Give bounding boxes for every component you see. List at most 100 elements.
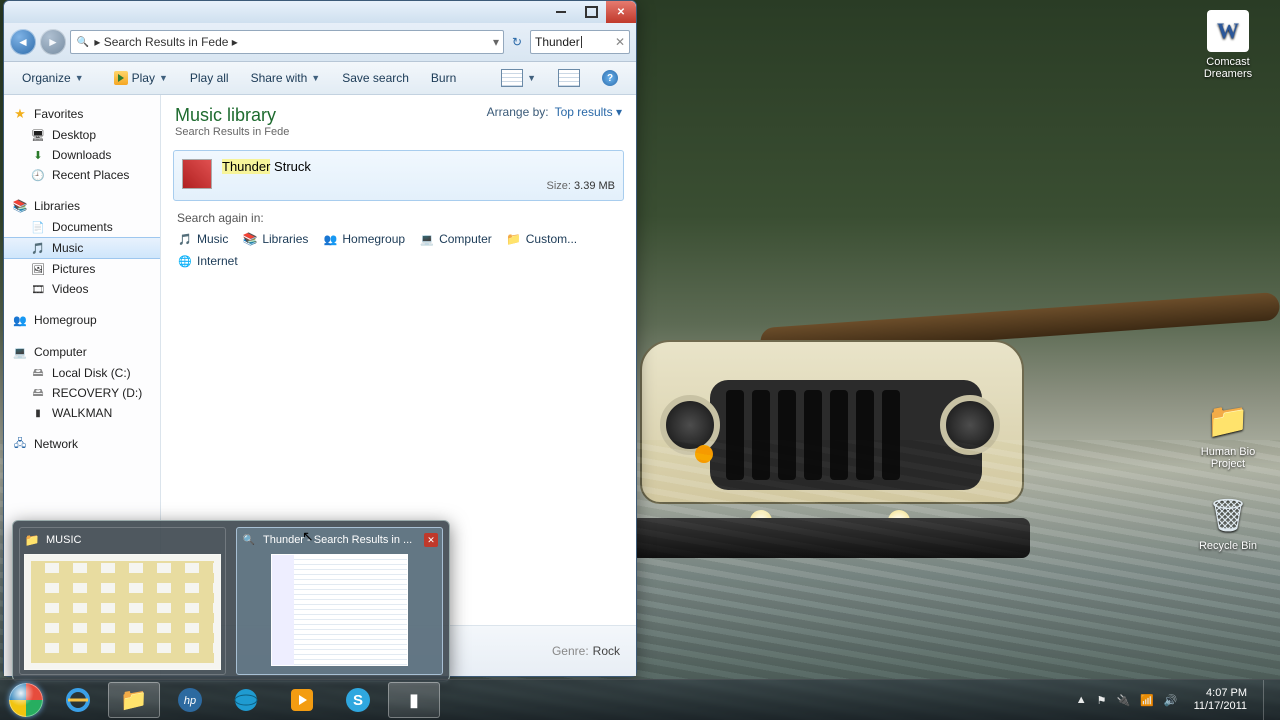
share-with-menu[interactable]: Share with▼: [241, 67, 331, 89]
thumbnail-window-music[interactable]: MUSIC: [19, 527, 226, 675]
nav-homegroup[interactable]: Homegroup: [4, 309, 160, 331]
taskbar-browser[interactable]: [220, 682, 272, 718]
taskbar-hp[interactable]: hp: [164, 682, 216, 718]
network-icon: [12, 436, 28, 452]
system-tray: ▲ ⚑ 🔌 📶 🔊 4:07 PM 11/17/2011: [1076, 680, 1280, 720]
search-again-custom[interactable]: Custom...: [506, 231, 577, 247]
play-button[interactable]: Play▼: [104, 67, 178, 89]
thumbnail-preview-image: [24, 554, 221, 670]
back-button[interactable]: ◄: [10, 29, 36, 55]
taskbar-device[interactable]: ▮: [388, 682, 440, 718]
word-icon: [1207, 10, 1249, 52]
desktop-icon-label: Recycle Bin: [1190, 540, 1266, 552]
tray-volume-icon[interactable]: 🔊: [1164, 694, 1178, 707]
search-input[interactable]: Thunder ✕: [530, 30, 630, 54]
taskbar-ie[interactable]: [52, 682, 104, 718]
computer-icon: [419, 231, 435, 247]
search-again-music[interactable]: Music: [177, 231, 228, 247]
play-icon: [114, 71, 128, 85]
search-text: Thunder: [535, 35, 580, 49]
taskbar-media-player[interactable]: [276, 682, 328, 718]
address-bar[interactable]: ▸ Search Results in Fede ▸ ▾: [70, 30, 504, 54]
desktop-icon-word-doc[interactable]: Comcast Dreamers: [1190, 10, 1266, 80]
organize-menu[interactable]: Organize▼: [12, 67, 94, 89]
thumbnail-close-button[interactable]: ✕: [424, 533, 438, 547]
favorites-icon: [12, 106, 28, 122]
documents-icon: [30, 219, 46, 235]
view-options-button[interactable]: ▼: [491, 65, 546, 91]
minimize-button[interactable]: [546, 1, 576, 23]
wallpaper-jeep: [640, 300, 1020, 550]
title-bar[interactable]: [4, 1, 636, 23]
search-again-internet[interactable]: Internet: [177, 253, 238, 269]
clock-date: 11/17/2011: [1194, 700, 1247, 713]
nav-downloads[interactable]: Downloads: [4, 145, 160, 165]
search-again-label: Search again in:: [177, 211, 620, 225]
desktop-icon-label: Human Bio Project: [1190, 446, 1266, 470]
taskbar-explorer[interactable]: 📁: [108, 682, 160, 718]
device-icon: [30, 405, 46, 421]
pictures-icon: [30, 261, 46, 277]
tray-chevron-up-icon[interactable]: ▲: [1076, 694, 1087, 706]
search-result-item[interactable]: Thunder Struck Size: 3.39 MB: [173, 150, 624, 201]
command-bar: Organize▼ Play▼ Play all Share with▼ Sav…: [4, 62, 636, 95]
nav-recovery[interactable]: RECOVERY (D:): [4, 383, 160, 403]
videos-icon: [30, 281, 46, 297]
tray-network-icon[interactable]: 📶: [1140, 694, 1154, 707]
nav-walkman[interactable]: WALKMAN: [4, 403, 160, 423]
search-again-libraries[interactable]: Libraries: [242, 231, 308, 247]
clear-search-button[interactable]: ✕: [615, 35, 625, 49]
close-button[interactable]: [606, 1, 636, 23]
folder-icon: [506, 231, 522, 247]
nav-network[interactable]: Network: [4, 433, 160, 455]
thumbnail-window-search[interactable]: Thunder - Search Results in ... ✕: [236, 527, 443, 675]
start-button[interactable]: [2, 680, 50, 720]
svg-text:S: S: [353, 692, 363, 709]
search-again-computer[interactable]: Computer: [419, 231, 492, 247]
nav-recent-places[interactable]: Recent Places: [4, 165, 160, 185]
nav-computer[interactable]: Computer: [4, 341, 160, 363]
libraries-icon: [242, 231, 258, 247]
folder-icon: 📁: [120, 687, 147, 713]
library-title: Music library: [175, 105, 289, 126]
save-search-button[interactable]: Save search: [332, 67, 419, 89]
search-again-section: Search again in: Music Libraries Homegro…: [161, 201, 636, 279]
nav-libraries-header[interactable]: Libraries: [4, 195, 160, 217]
help-icon: ?: [602, 70, 618, 86]
nav-pictures[interactable]: Pictures: [4, 259, 160, 279]
breadcrumb: Search Results in Fede: [104, 35, 229, 49]
thumbnail-title: Thunder - Search Results in ...: [263, 534, 412, 546]
play-all-button[interactable]: Play all: [180, 67, 239, 89]
maximize-button[interactable]: [576, 1, 606, 23]
forward-button[interactable]: ►: [40, 29, 66, 55]
taskbar-clock[interactable]: 4:07 PM 11/17/2011: [1188, 687, 1253, 713]
skype-icon: S: [345, 687, 371, 713]
burn-button[interactable]: Burn: [421, 67, 466, 89]
preview-pane-button[interactable]: [548, 65, 590, 91]
refresh-button[interactable]: ↻: [508, 35, 526, 49]
taskbar-skype[interactable]: S: [332, 682, 384, 718]
nav-music[interactable]: Music: [4, 237, 160, 259]
globe-icon: [233, 687, 259, 713]
breadcrumb-search-icon: [75, 34, 91, 50]
result-filename: Thunder Struck: [222, 159, 615, 174]
help-button[interactable]: ?: [592, 66, 628, 90]
nav-favorites-header[interactable]: Favorites: [4, 103, 160, 125]
show-desktop-button[interactable]: [1263, 680, 1274, 720]
wmp-icon: [289, 687, 315, 713]
nav-videos[interactable]: Videos: [4, 279, 160, 299]
arrange-by-menu[interactable]: Arrange by: Top results ▾: [487, 105, 622, 119]
tray-security-icon[interactable]: ⚑: [1097, 694, 1107, 707]
address-history-dropdown[interactable]: ▾: [493, 35, 499, 49]
drive-icon: [30, 385, 46, 401]
nav-documents[interactable]: Documents: [4, 217, 160, 237]
tray-power-icon[interactable]: 🔌: [1116, 694, 1130, 707]
downloads-icon: [30, 147, 46, 163]
desktop-icon-recycle-bin[interactable]: Recycle Bin: [1190, 494, 1266, 552]
desktop-icon-folder[interactable]: Human Bio Project: [1190, 400, 1266, 470]
search-again-homegroup[interactable]: Homegroup: [322, 231, 405, 247]
nav-local-disk[interactable]: Local Disk (C:): [4, 363, 160, 383]
album-art-icon: [182, 159, 212, 189]
nav-desktop[interactable]: Desktop: [4, 125, 160, 145]
homegroup-icon: [322, 231, 338, 247]
